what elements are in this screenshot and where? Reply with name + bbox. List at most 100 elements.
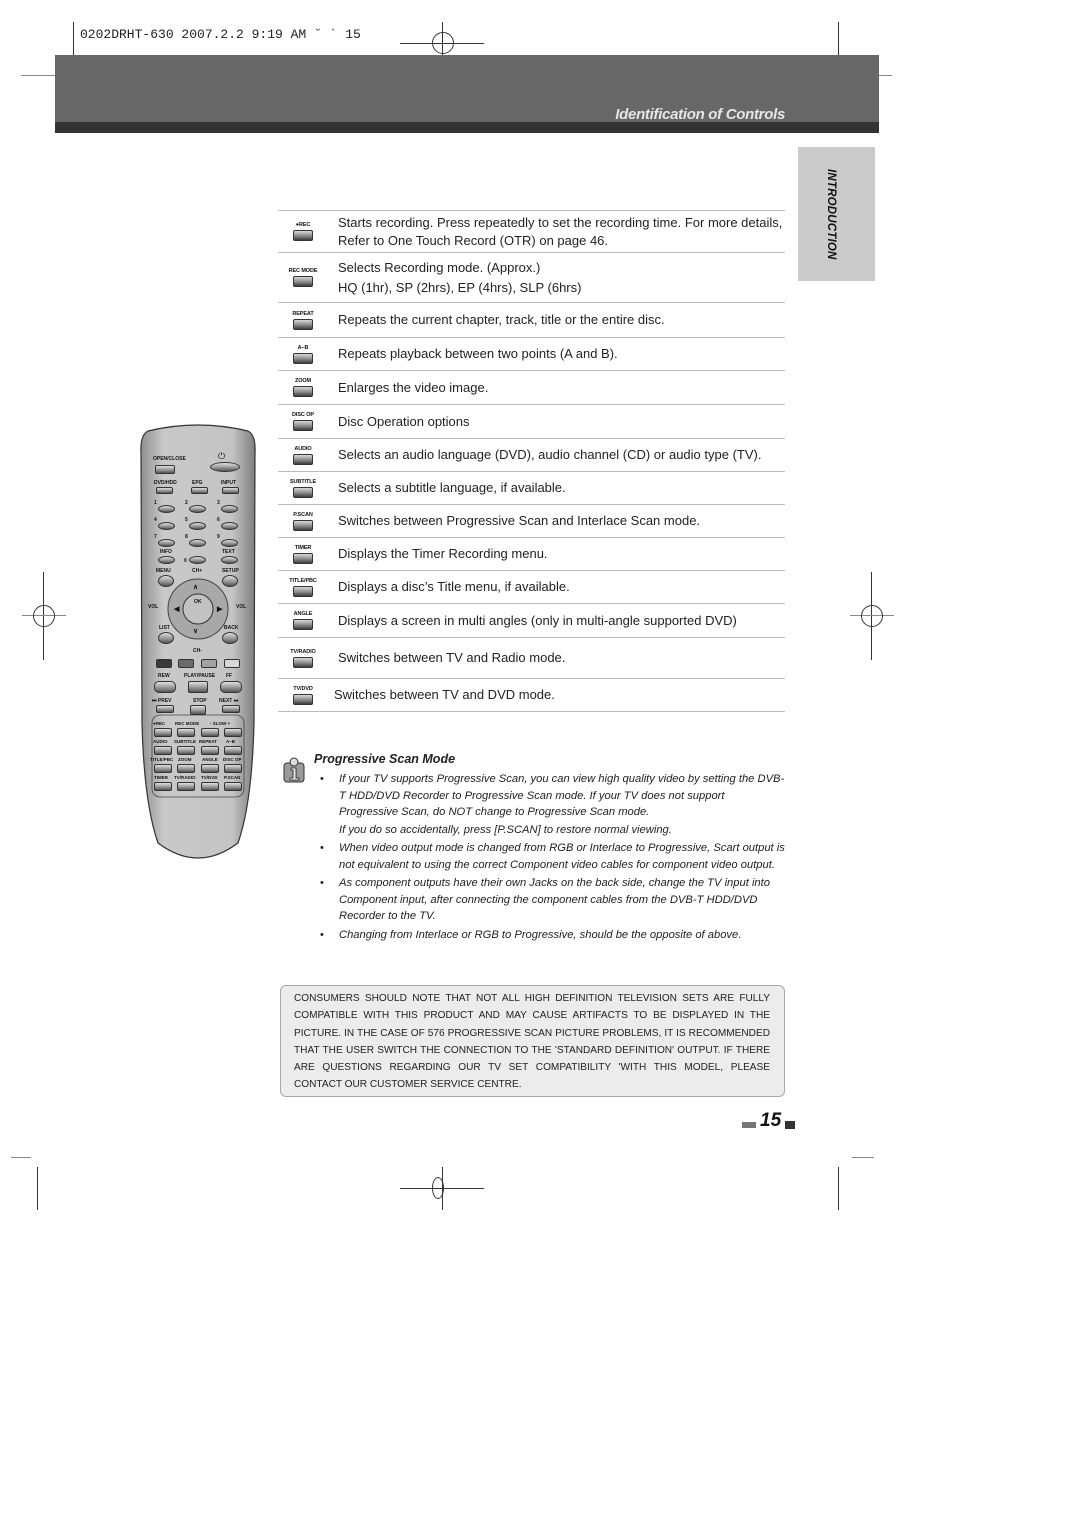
control-row: A–B Repeats playback between two points …	[278, 338, 785, 371]
control-row: TV/RADIO Switches between TV and Radio m…	[278, 638, 785, 679]
section-tab-label: INTRODUCTION	[825, 169, 837, 260]
remote-grid-button	[154, 728, 172, 737]
control-description: Switches between TV and DVD mode.	[334, 687, 555, 702]
control-row: SUBTITLE Selects a subtitle language, if…	[278, 472, 785, 505]
remote-button-label: INFO	[160, 549, 172, 555]
remote-button-label: REC MODE	[175, 721, 200, 726]
control-description: Switches between Progressive Scan and In…	[338, 513, 701, 528]
remote-digit-button	[189, 539, 206, 547]
title-pbc-button-icon: TITLE/PBC	[278, 578, 328, 597]
control-description: Repeats the current chapter, track, titl…	[338, 312, 665, 327]
page-number: 15	[742, 1110, 796, 1132]
remote-grid-button	[201, 746, 219, 755]
tv-radio-button-icon: TV/RADIO	[278, 649, 328, 668]
crop-mark	[37, 1167, 38, 1210]
remote-button-label: 0	[184, 558, 187, 564]
controls-table: ●REC Starts recording. Press repeatedly …	[278, 210, 785, 712]
remote-list-button	[158, 632, 174, 644]
remote-button-label: 7	[154, 534, 157, 540]
remote-digit-button	[189, 505, 206, 513]
remote-grid-button	[177, 746, 195, 755]
remote-play-pause-button	[188, 681, 208, 693]
info-icon	[283, 757, 305, 783]
remote-open-close-button	[155, 465, 175, 474]
remote-back-button	[222, 632, 238, 644]
rec-mode-button-icon: REC MODE	[278, 268, 328, 287]
remote-button-label: 4	[154, 517, 157, 523]
remote-grid-button	[224, 782, 242, 791]
remote-button-label: OK	[194, 599, 202, 605]
remote-button-label: 9	[217, 534, 220, 540]
remote-button-label: EPG	[192, 480, 203, 486]
control-row: REC MODE Selects Recording mode. (Approx…	[278, 253, 785, 303]
remote-prev-button	[156, 705, 174, 713]
remote-button-label: OPEN/CLOSE	[153, 456, 186, 462]
remote-button-label: BACK	[224, 625, 239, 631]
angle-button-icon: ANGLE	[278, 611, 328, 630]
control-row: DISC OP Disc Operation options	[278, 405, 785, 439]
section-title: Identification of Controls	[615, 106, 785, 123]
control-row: P.SCAN Switches between Progressive Scan…	[278, 505, 785, 538]
remote-button-label: ZOOM	[178, 757, 192, 762]
remote-grid-button	[201, 728, 219, 737]
crop-mark	[852, 1157, 874, 1158]
remote-button-label: FF	[226, 673, 233, 679]
remote-power-button	[210, 462, 240, 472]
remote-epg-button	[191, 487, 208, 494]
remote-button-label: TV/RADIO	[174, 775, 196, 780]
control-description: Selects an audio language (DVD), audio c…	[338, 447, 762, 462]
control-description: Displays a screen in multi angles (only …	[338, 612, 737, 628]
zoom-button-icon: ZOOM	[278, 378, 328, 397]
control-description: Starts recording. Press repeatedly to se…	[338, 214, 783, 248]
subtitle-button-icon: SUBTITLE	[278, 479, 328, 498]
control-row: TITLE/PBC Displays a disc’s Title menu, …	[278, 571, 785, 604]
remote-button-label: 5	[185, 517, 188, 523]
remote-button-label: 8	[185, 534, 188, 540]
remote-button-label: TIMER	[154, 775, 168, 780]
control-row: ZOOM Enlarges the video image.	[278, 371, 785, 405]
control-row: ●REC Starts recording. Press repeatedly …	[278, 211, 785, 253]
remote-grid-button	[177, 728, 195, 737]
remote-text-button	[221, 556, 238, 564]
remote-menu-button	[158, 575, 174, 587]
disc-op-button-icon: DISC OP	[278, 412, 328, 431]
control-description: Displays a disc’s Title menu, if availab…	[338, 579, 570, 594]
remote-button-label: ∧	[193, 584, 199, 591]
remote-button-label: 2	[185, 500, 188, 506]
remote-rew-button	[154, 681, 176, 693]
remote-button-label: ▶	[217, 606, 223, 613]
remote-button-label: MENU	[156, 568, 171, 574]
remote-digit-button	[221, 522, 238, 530]
remote-grid-button	[154, 782, 172, 791]
remote-digit-button	[158, 505, 175, 513]
crop-mark	[838, 1167, 839, 1210]
remote-info-button	[158, 556, 175, 564]
remote-digit-button	[158, 522, 175, 530]
remote-button-label: VOL	[236, 604, 247, 610]
control-description: Disc Operation options	[338, 413, 470, 429]
remote-button-label: SETUP	[222, 568, 239, 574]
crop-mark	[11, 1157, 31, 1158]
remote-button-label: DVD/HDD	[154, 480, 177, 486]
remote-button-label: A–B	[226, 739, 236, 744]
remote-button-label: TEXT	[222, 549, 235, 555]
remote-color-key	[201, 659, 217, 668]
remote-button-label: REW	[158, 673, 170, 679]
a-b-button-icon: A–B	[278, 345, 328, 364]
remote-button-label: STOP	[193, 698, 207, 704]
remote-digit-button	[189, 522, 206, 530]
note-item: • If your TV supports Progressive Scan, y…	[320, 773, 785, 836]
note-item: • As component outputs have their own Jac…	[320, 877, 770, 922]
remote-color-key	[224, 659, 240, 668]
remote-ff-button	[220, 681, 242, 693]
repeat-button-icon: REPEAT	[278, 311, 328, 330]
control-description: Displays the Timer Recording menu.	[338, 546, 548, 561]
remote-button-label: SUBTITLE	[174, 739, 196, 744]
control-description: Switches between TV and Radio mode.	[338, 650, 566, 665]
remote-grid-button	[201, 764, 219, 773]
control-description: Repeats playback between two points (A a…	[338, 346, 618, 361]
remote-grid-button	[154, 746, 172, 755]
control-row: REPEAT Repeats the current chapter, trac…	[278, 303, 785, 338]
section-tab: INTRODUCTION	[798, 147, 875, 281]
remote-grid-button	[154, 764, 172, 773]
